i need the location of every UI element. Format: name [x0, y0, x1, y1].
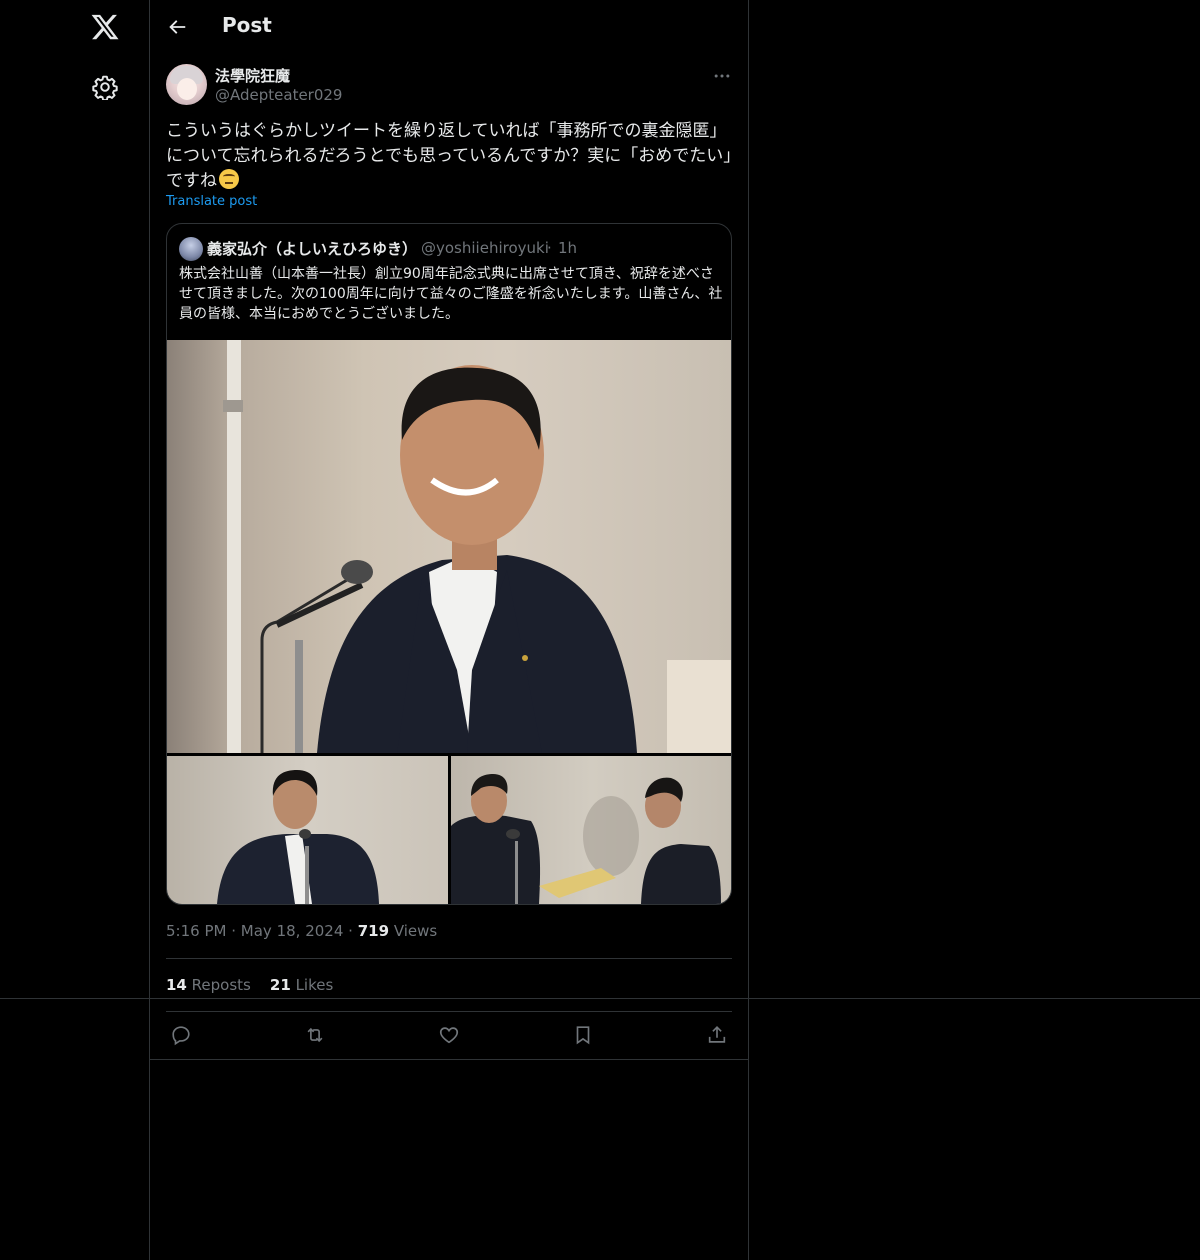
photo-speech-podium[interactable]: [167, 756, 448, 904]
divider: [150, 1059, 748, 1060]
quoted-avatar[interactable]: [179, 237, 203, 261]
post-date[interactable]: May 18, 2024: [241, 922, 344, 940]
x-logo-icon[interactable]: [90, 12, 120, 42]
author-handle[interactable]: @Adepteater029: [215, 86, 342, 104]
author-name[interactable]: 法學院狂魔: [215, 65, 290, 86]
photo-speaker-at-microphone[interactable]: [167, 340, 731, 753]
reposts-stat[interactable]: 14 Reposts: [166, 976, 251, 994]
rolling-eyes-emoji-icon: [219, 169, 239, 189]
quoted-post-text: 株式会社山善（山本善一社長）創立90周年記念式典に出席させて頂き、祝辞を述べさせ…: [179, 266, 723, 322]
reposts-label: Reposts: [191, 976, 251, 994]
reposts-count: 14: [166, 976, 187, 994]
gear-icon[interactable]: [92, 74, 118, 100]
page-title: Post: [222, 13, 272, 37]
repost-icon[interactable]: [304, 1024, 326, 1046]
translate-post-link[interactable]: Translate post: [166, 194, 257, 209]
engagement-stats: 14 Reposts 21 Likes: [166, 976, 333, 994]
main-column: Post 法學院狂魔 @Adepteater029 こういうはぐらかしツイートを…: [149, 0, 749, 1260]
quoted-separator: ·: [547, 239, 552, 257]
meta-separator: ·: [348, 922, 353, 940]
post-time[interactable]: 5:16 PM: [166, 922, 226, 940]
likes-label: Likes: [295, 976, 334, 994]
bookmark-icon[interactable]: [572, 1024, 594, 1046]
divider: [166, 958, 732, 959]
like-icon[interactable]: [438, 1024, 460, 1046]
quoted-author-handle[interactable]: @yoshiiehiroyuki: [421, 239, 549, 257]
views-count: 719: [357, 922, 390, 940]
avatar[interactable]: [166, 64, 207, 105]
left-nav-rail: [0, 0, 149, 1260]
views-label: Views: [393, 922, 438, 940]
post-meta: 5:16 PM · May 18, 2024 · 719 Views: [166, 922, 437, 940]
photo-certificate-presentation[interactable]: [451, 756, 731, 904]
likes-stat[interactable]: 21 Likes: [270, 976, 333, 994]
meta-separator: ·: [231, 922, 237, 940]
arrow-left-icon[interactable]: [166, 16, 188, 38]
action-bar: [150, 1012, 748, 1059]
post-body: こういうはぐらかしツイートを繰り返していれば「事務所での裏金隠匿」について忘れら…: [166, 121, 732, 191]
page-header: Post: [150, 0, 748, 54]
quoted-timestamp[interactable]: 1h: [558, 239, 577, 257]
quoted-author-name[interactable]: 義家弘介（よしいえひろゆき）: [207, 238, 417, 259]
post-text: こういうはぐらかしツイートを繰り返していれば「事務所での裏金隠匿」について忘れら…: [166, 119, 736, 194]
share-icon[interactable]: [706, 1024, 728, 1046]
reply-icon[interactable]: [170, 1024, 192, 1046]
quoted-post[interactable]: 義家弘介（よしいえひろゆき） @yoshiiehiroyuki · 1h 株式会…: [166, 223, 732, 905]
likes-count: 21: [269, 976, 291, 994]
more-options-icon[interactable]: [712, 66, 732, 86]
